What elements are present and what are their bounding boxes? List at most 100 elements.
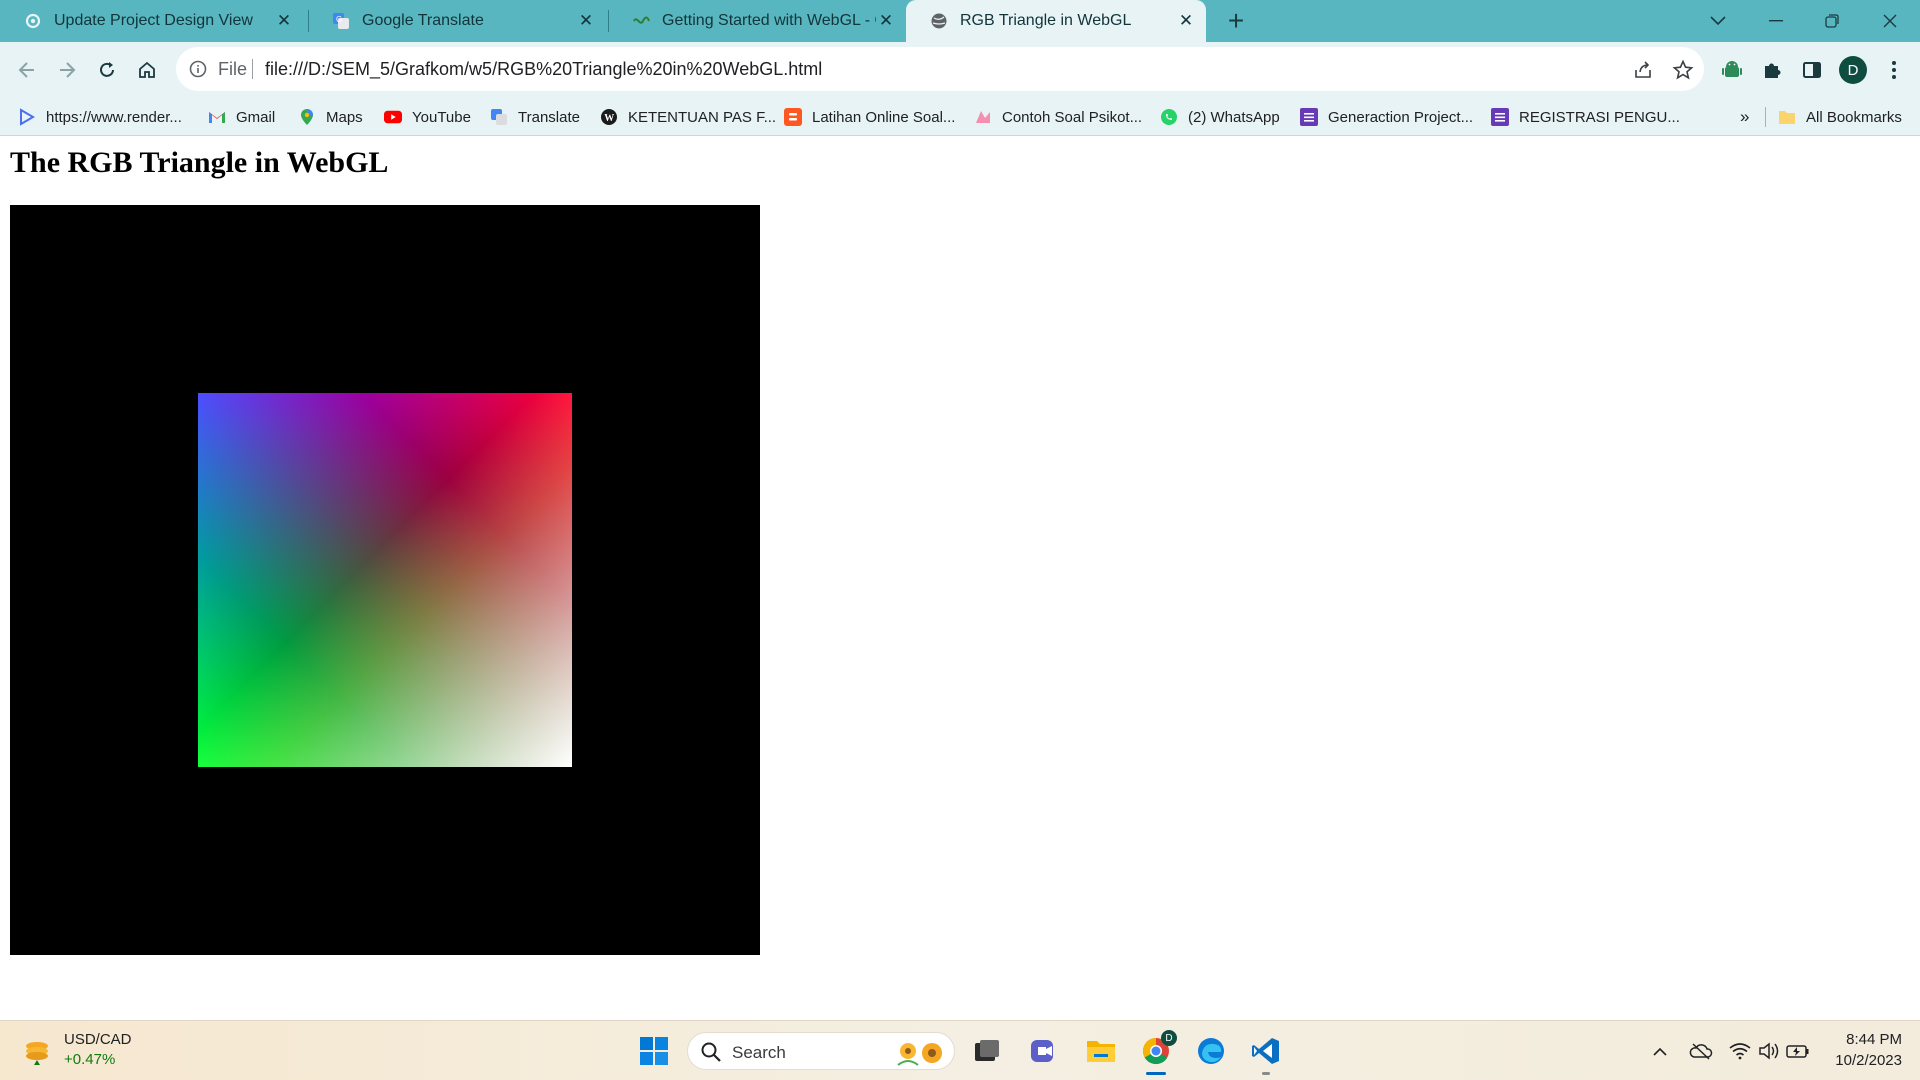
globe-icon — [930, 12, 948, 30]
browser-toolbar: File file:///D:/SEM_5/Grafkom/w5/RGB%20T… — [0, 42, 1920, 98]
address-separator — [252, 59, 253, 79]
share-icon[interactable] — [1632, 59, 1654, 81]
close-icon[interactable]: ✕ — [576, 11, 596, 31]
show-hidden-icons-chevron[interactable] — [1648, 1039, 1672, 1063]
bookmark-label: https://www.render... — [46, 108, 182, 126]
all-bookmarks-button[interactable]: All Bookmarks — [1778, 98, 1902, 136]
currency-widget-icon[interactable] — [22, 1037, 52, 1067]
gear-icon — [24, 12, 42, 30]
bookmark-registrasi[interactable]: REGISTRASI PENGU... — [1491, 98, 1680, 136]
google-translate-icon: G — [332, 12, 350, 30]
bookmark-generaction[interactable]: Generaction Project... — [1300, 98, 1473, 136]
bookmark-whatsapp[interactable]: (2) WhatsApp — [1160, 98, 1280, 136]
side-panel-icon[interactable] — [1800, 58, 1824, 82]
bookmark-star-icon[interactable] — [1672, 59, 1694, 81]
widget-change: +0.47% — [64, 1051, 116, 1068]
taskbar: USD/CAD +0.47% Search D 8:44 PM 10/2/202… — [0, 1020, 1920, 1080]
chrome-taskbar-icon[interactable]: D — [1137, 1030, 1177, 1075]
wordpress-icon: W — [600, 108, 618, 126]
new-tab-button[interactable]: + — [1222, 5, 1250, 36]
rgb-gradient-quad — [198, 393, 572, 767]
task-view-icon[interactable] — [968, 1032, 1006, 1070]
forms-icon — [1300, 108, 1318, 126]
clock-time[interactable]: 8:44 PM — [1830, 1031, 1902, 1048]
url-text[interactable]: file:///D:/SEM_5/Grafkom/w5/RGB%20Triang… — [265, 59, 822, 80]
scheme-label: File — [218, 59, 248, 79]
wifi-icon[interactable] — [1728, 1039, 1752, 1063]
vscode-icon[interactable] — [1247, 1032, 1285, 1075]
bookmark-label: REGISTRASI PENGU... — [1519, 108, 1680, 126]
bookmarks-overflow-button[interactable]: » — [1740, 98, 1749, 136]
tab-rgb-triangle[interactable]: RGB Triangle in WebGL ✕ — [906, 0, 1206, 42]
site-icon — [974, 108, 992, 126]
bookmarks-bar: https://www.render... Gmail Maps YouTube… — [0, 98, 1920, 136]
bookmark-label: YouTube — [412, 108, 471, 126]
tab-title: Google Translate — [362, 12, 484, 29]
chrome-profile-badge: D — [1161, 1030, 1177, 1046]
tab-update-project[interactable]: Update Project Design View ✕ — [0, 0, 304, 42]
home-button[interactable] — [131, 54, 163, 86]
bookmark-label: Maps — [326, 108, 363, 126]
close-icon[interactable]: ✕ — [1176, 11, 1196, 31]
close-window-button[interactable] — [1862, 0, 1918, 42]
clock-date[interactable]: 10/2/2023 — [1820, 1052, 1902, 1069]
file-explorer-icon[interactable] — [1082, 1032, 1120, 1070]
restore-button[interactable] — [1804, 0, 1860, 42]
bookmark-latihan[interactable]: Latihan Online Soal... — [784, 98, 955, 136]
blogger-icon — [784, 108, 802, 126]
search-highlight-flowers-icon — [894, 1037, 952, 1067]
search-label: Search — [732, 1043, 786, 1062]
bookmark-label: Generaction Project... — [1328, 108, 1474, 126]
bookmark-label: Translate — [518, 108, 580, 126]
edge-icon[interactable] — [1192, 1032, 1230, 1070]
bookmark-translate[interactable]: Translate — [490, 98, 580, 136]
active-app-indicator — [1146, 1072, 1166, 1075]
forms-icon — [1491, 108, 1509, 126]
bookmark-label: Contoh Soal Psikot... — [1002, 108, 1143, 126]
profile-avatar[interactable]: D — [1839, 56, 1867, 84]
translate-icon — [490, 108, 508, 126]
minimize-button[interactable] — [1748, 0, 1804, 42]
bookmark-render[interactable]: https://www.render... — [18, 98, 182, 136]
bookmark-label: Latihan Online Soal... — [812, 108, 956, 126]
webgl-icon — [632, 12, 650, 30]
tab-google-translate[interactable]: G Google Translate ✕ — [308, 0, 606, 42]
gmail-icon — [208, 108, 226, 126]
bookmark-label: Gmail — [236, 108, 276, 126]
volume-icon[interactable] — [1757, 1039, 1781, 1063]
bookmark-ketentuan[interactable]: W KETENTUAN PAS F... — [600, 98, 776, 136]
bookmark-maps[interactable]: Maps — [298, 98, 363, 136]
taskbar-search[interactable]: Search — [687, 1032, 955, 1070]
bookmarks-separator — [1765, 107, 1766, 127]
page-title: The RGB Triangle in WebGL — [10, 146, 389, 179]
extensions-puzzle-icon[interactable] — [1760, 58, 1784, 82]
tab-getting-started-webgl[interactable]: Getting Started with WebGL - Gi ✕ — [608, 0, 906, 42]
bookmark-label: (2) WhatsApp — [1188, 108, 1280, 126]
bookmark-gmail[interactable]: Gmail — [208, 98, 275, 136]
close-icon[interactable]: ✕ — [876, 11, 896, 31]
bookmark-label: KETENTUAN PAS F... — [628, 108, 777, 126]
bookmark-youtube[interactable]: YouTube — [384, 98, 471, 136]
onedrive-offline-icon[interactable] — [1689, 1039, 1713, 1063]
widget-title[interactable]: USD/CAD — [64, 1031, 132, 1048]
folder-icon — [1778, 108, 1796, 126]
chrome-menu-icon[interactable] — [1880, 56, 1908, 84]
webgl-canvas[interactable] — [10, 205, 760, 955]
teams-meet-icon[interactable] — [1025, 1032, 1063, 1070]
tab-search-chevron-icon[interactable] — [1690, 0, 1746, 42]
back-button[interactable] — [11, 54, 43, 86]
reload-button[interactable] — [91, 54, 123, 86]
white-vertex-gradient — [198, 393, 572, 767]
info-icon[interactable] — [188, 59, 208, 79]
close-icon[interactable]: ✕ — [274, 11, 294, 31]
forward-button[interactable] — [51, 54, 83, 86]
battery-charging-icon[interactable] — [1786, 1039, 1810, 1063]
android-extension-icon[interactable] — [1720, 58, 1744, 82]
windows-start-icon[interactable] — [635, 1032, 673, 1070]
youtube-icon — [384, 108, 402, 126]
bookmark-contoh-soal[interactable]: Contoh Soal Psikot... — [974, 98, 1142, 136]
search-icon — [700, 1041, 722, 1063]
tab-title: Update Project Design View — [54, 12, 253, 29]
address-bar[interactable]: File file:///D:/SEM_5/Grafkom/w5/RGB%20T… — [176, 47, 1704, 91]
svg-text:G: G — [336, 15, 342, 24]
